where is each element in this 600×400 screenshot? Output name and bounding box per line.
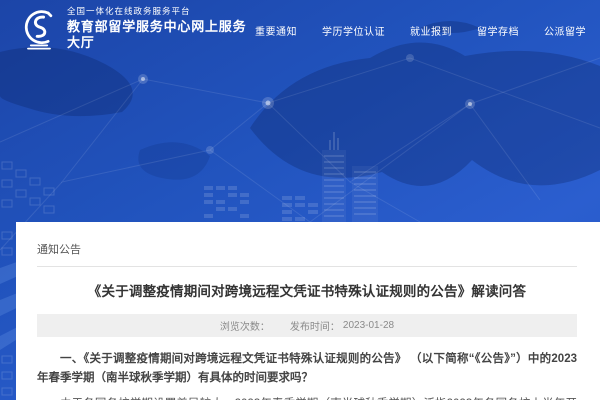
notice-card: 通知公告 《关于调整疫情期间对跨境远程文凭证书特殊认证规则的公告》解读问答 浏览… (16, 222, 600, 400)
nav-item-study-abroad-archive[interactable]: 留学存档 (477, 23, 519, 38)
meta-bar: 浏览次数： 发布时间： 2023-01-28 (37, 314, 577, 337)
brand-home-link[interactable]: 全国一体化在线政务服务平台 教育部留学服务中心网上服务大厅 (18, 6, 255, 51)
question-paragraph: 一、《关于调整疫情期间对跨境远程文凭证书特殊认证规则的公告》 （以下简称“《公告… (37, 353, 577, 384)
brand-text: 全国一体化在线政务服务平台 教育部留学服务中心网上服务大厅 (67, 6, 255, 51)
notice-title: 《关于调整疫情期间对跨境远程文凭证书特殊认证规则的公告》解读问答 (87, 284, 527, 299)
top-bar: 全国一体化在线政务服务平台 教育部留学服务中心网上服务大厅 重要通知 学历学位认… (0, 0, 600, 58)
section-label: 通知公告 (37, 244, 81, 256)
gov-service-emblem-icon (18, 7, 60, 51)
main-nav: 重要通知 学历学位认证 就业报到 留学存档 公派留学 (255, 23, 586, 38)
views-label: 浏览次数： (219, 322, 270, 333)
platform-label: 全国一体化在线政务服务平台 (67, 6, 191, 17)
nav-item-important-notice[interactable]: 重要通知 (255, 23, 297, 38)
site-title: 教育部留学服务中心网上服务大厅 (67, 19, 247, 51)
nav-item-government-sponsored-study[interactable]: 公派留学 (544, 23, 586, 38)
publish-date: 2023-01-28 (342, 320, 395, 331)
nav-item-employment-registration[interactable]: 就业报到 (410, 23, 452, 38)
nav-item-degree-certification[interactable]: 学历学位认证 (322, 23, 385, 38)
section-divider (37, 266, 577, 267)
answer-paragraph: 由于各国各校学期设置差异较大，2023年春季学期（南半球秋季学期）泛指2023年… (37, 395, 577, 400)
page: 全国一体化在线政务服务平台 教育部留学服务中心网上服务大厅 重要通知 学历学位认… (0, 0, 600, 400)
publish-label: 发布时间： (289, 322, 340, 333)
